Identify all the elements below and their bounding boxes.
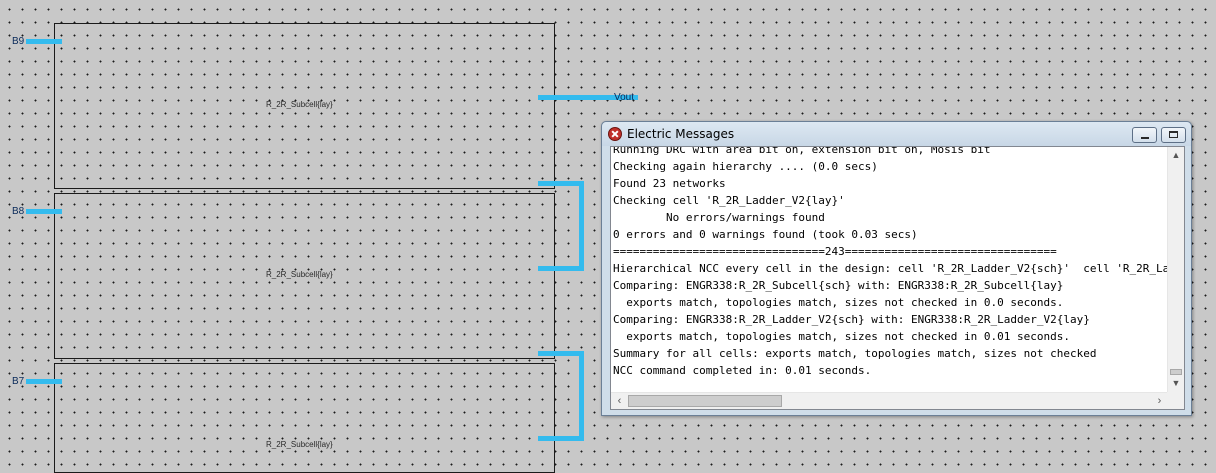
connection-wire-1-bottom[interactable] [538, 266, 584, 271]
connection-wire-2-vertical[interactable] [579, 351, 584, 441]
vertical-scrollbar[interactable]: ▲ ▼ [1167, 147, 1184, 392]
electric-app-icon[interactable] [608, 127, 622, 141]
export-wire-b8[interactable] [26, 209, 62, 214]
messages-text-area[interactable]: Running DRC with area bit on, extension … [611, 147, 1168, 392]
message-line: Found 23 networks [613, 177, 726, 190]
message-line: exports match, topologies match, sizes n… [613, 296, 1064, 309]
scroll-up-arrow-icon[interactable]: ▲ [1168, 147, 1184, 164]
message-line: Hierarchical NCC every cell in the desig… [613, 262, 1168, 275]
cell-instance-2-name: R_2R_Subcell{lay} [266, 270, 333, 279]
export-label-b7[interactable]: B7 [12, 376, 24, 387]
scroll-down-arrow-icon[interactable]: ▼ [1168, 375, 1184, 392]
connection-wire-1-top[interactable] [538, 181, 584, 186]
message-line: No errors/warnings found [613, 211, 825, 224]
message-line: Comparing: ENGR338:R_2R_Ladder_V2{sch} w… [613, 313, 1090, 326]
connection-wire-2-bottom[interactable] [538, 436, 584, 441]
cell-instance-3[interactable] [54, 363, 555, 473]
cell-instance-1-name: R_2R_Subcell{lay} [266, 100, 333, 109]
message-line: Summary for all cells: exports match, to… [613, 347, 1097, 360]
message-line: Comparing: ENGR338:R_2R_Subcell{sch} wit… [613, 279, 1064, 292]
messages-lines: Running DRC with area bit on, extension … [613, 147, 1168, 379]
connection-wire-1-vertical[interactable] [579, 181, 584, 271]
export-wire-b7[interactable] [26, 379, 62, 384]
cell-instance-3-name: R_2R_Subcell{lay} [266, 440, 333, 449]
messages-window[interactable]: Electric Messages Running DRC with area … [601, 121, 1192, 416]
scrollbar-corner [1167, 392, 1184, 409]
scroll-right-arrow-icon[interactable]: › [1151, 393, 1168, 409]
message-line: Checking cell 'R_2R_Ladder_V2{lay}' [613, 194, 845, 207]
message-line: Checking again hierarchy .... (0.0 secs) [613, 160, 878, 173]
message-line: ================================243=====… [613, 245, 1057, 258]
export-label-vout[interactable]: Vout [614, 92, 634, 103]
message-line: exports match, topologies match, sizes n… [613, 330, 1070, 343]
export-label-b8[interactable]: B8 [12, 206, 24, 217]
horizontal-scroll-thumb[interactable] [628, 395, 782, 407]
minimize-button[interactable] [1132, 127, 1157, 143]
scroll-left-arrow-icon[interactable]: ‹ [611, 393, 628, 409]
export-label-b9[interactable]: B9 [12, 36, 24, 47]
messages-title-bar[interactable]: Electric Messages [602, 122, 1191, 146]
export-wire-b9[interactable] [26, 39, 62, 44]
messages-window-title: Electric Messages [627, 127, 735, 141]
maximize-button[interactable] [1161, 127, 1186, 143]
connection-wire-2-top[interactable] [538, 351, 584, 356]
messages-text-panel[interactable]: Running DRC with area bit on, extension … [610, 146, 1185, 410]
message-line: NCC command completed in: 0.01 seconds. [613, 364, 872, 377]
horizontal-scrollbar[interactable]: ‹ › [611, 392, 1168, 409]
message-line: Running DRC with area bit on, extension … [613, 147, 991, 156]
message-line: 0 errors and 0 warnings found (took 0.03… [613, 228, 918, 241]
